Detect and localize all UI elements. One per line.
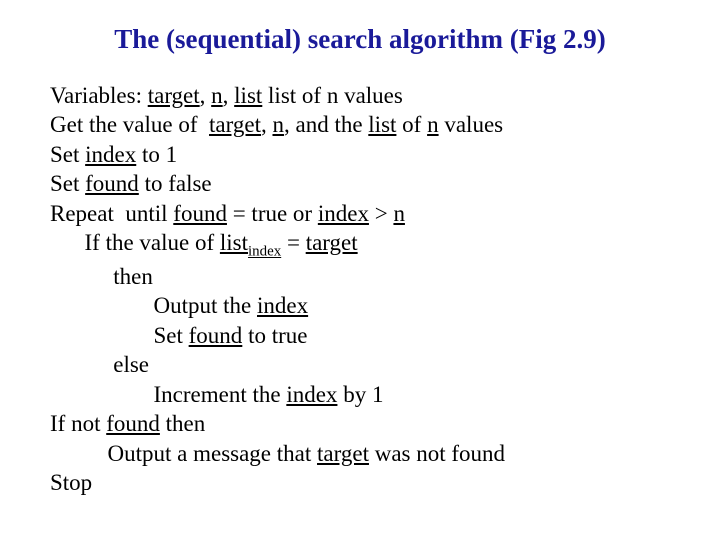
text: , [261, 112, 273, 137]
text: Output the [50, 293, 257, 318]
subscript: index [248, 244, 281, 260]
kw: index [318, 201, 369, 226]
variables-line: Variables: target, n, list list of n val… [50, 81, 670, 110]
algo-line: Set found to true [50, 321, 670, 350]
algo-line: Output the index [50, 291, 670, 320]
algorithm-body: Variables: target, n, list list of n val… [50, 81, 670, 497]
text: of [396, 112, 427, 137]
kw: n [393, 201, 405, 226]
text: If the value of [50, 230, 220, 255]
slide: The (sequential) search algorithm (Fig 2… [0, 0, 720, 540]
text: , [200, 83, 212, 108]
algo-line: then [50, 262, 670, 291]
algo-line: If not found then [50, 409, 670, 438]
kw: index [257, 293, 308, 318]
kw: n [427, 112, 439, 137]
var-list: list [234, 83, 262, 108]
algo-line: If the value of listindex = target [50, 228, 670, 262]
text: Increment the [50, 382, 286, 407]
text: > [369, 201, 393, 226]
kw: found [85, 171, 139, 196]
kw: found [189, 323, 243, 348]
text: = [281, 230, 305, 255]
text: then [160, 411, 205, 436]
kw: list [220, 230, 248, 255]
algo-line: Output a message that target was not fou… [50, 439, 670, 468]
text: was not found [369, 441, 505, 466]
text: If not [50, 411, 106, 436]
text: to true [242, 323, 307, 348]
text: to false [139, 171, 212, 196]
text: by 1 [337, 382, 383, 407]
text: Get the value of [50, 112, 209, 137]
algo-line: Stop [50, 468, 670, 497]
kw: index [286, 382, 337, 407]
algo-line: Repeat until found = true or index > n [50, 199, 670, 228]
slide-title: The (sequential) search algorithm (Fig 2… [50, 24, 670, 55]
text: Set [50, 171, 85, 196]
kw: target [306, 230, 358, 255]
var-target: target [148, 83, 200, 108]
text: Variables: [50, 83, 148, 108]
text: Set [50, 323, 189, 348]
kw: index [85, 142, 136, 167]
kw: list [368, 112, 396, 137]
text: values [439, 112, 504, 137]
algo-line: else [50, 350, 670, 379]
text: , and the [284, 112, 368, 137]
kw: target [209, 112, 261, 137]
kw: target [317, 441, 369, 466]
text: to 1 [136, 142, 177, 167]
algo-line: Set index to 1 [50, 140, 670, 169]
text: , [223, 83, 235, 108]
text: Repeat until [50, 201, 173, 226]
text: list of n values [262, 83, 403, 108]
algo-line: Get the value of target, n, and the list… [50, 110, 670, 139]
algo-line: Increment the index by 1 [50, 380, 670, 409]
text: Set [50, 142, 85, 167]
text: Output a message that [50, 441, 317, 466]
kw: n [272, 112, 284, 137]
var-n: n [211, 83, 223, 108]
text: = true or [227, 201, 318, 226]
kw: found [106, 411, 160, 436]
kw: found [173, 201, 227, 226]
algo-line: Set found to false [50, 169, 670, 198]
